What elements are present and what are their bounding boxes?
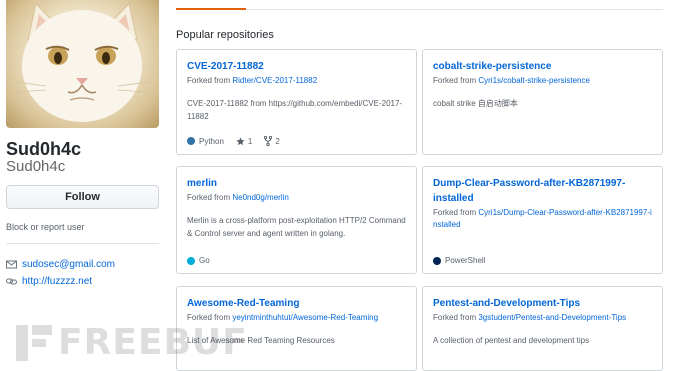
language-color-dot [187, 256, 195, 265]
forked-from: Forked from 3gstudent/Pentest-and-Develo… [433, 312, 652, 324]
repo-language: Go [187, 256, 210, 265]
repo-name-link[interactable]: merlin [187, 176, 406, 191]
star-icon [236, 136, 245, 145]
repo-description: CVE-2017-11882 from https://github.com/e… [187, 99, 403, 121]
repo-forks[interactable]: 2 [264, 136, 280, 146]
forked-from-label: Forked from [187, 193, 231, 202]
repo-card: merlin Forked from Ne0nd0g/merlin Merlin… [176, 166, 417, 274]
forked-from: Forked from Ne0nd0g/merlin [187, 192, 406, 204]
fork-count: 2 [275, 136, 280, 146]
profile-display-name: Sud0h4c [6, 139, 82, 159]
freebuf-logo-icon [16, 325, 52, 361]
forked-from-label: Forked from [187, 76, 231, 85]
website-link[interactable]: http://fuzzzz.net [22, 276, 92, 287]
repo-language: PowerShell [433, 256, 485, 265]
email-row: sudosec@gmail.com [6, 259, 115, 270]
tab-nav-border [176, 9, 663, 10]
avatar[interactable] [6, 0, 159, 128]
forked-from-label: Forked from [433, 76, 477, 85]
divider [6, 243, 159, 244]
repo-card: Pentest-and-Development-Tips Forked from… [422, 286, 663, 371]
forked-from-link[interactable]: Ne0nd0g/merlin [232, 193, 288, 202]
forked-from-label: Forked from [433, 208, 477, 217]
section-title: Popular repositories [176, 29, 274, 41]
repo-card: Dump-Clear-Password-after-KB2871997-inst… [422, 166, 663, 274]
email-link[interactable]: sudosec@gmail.com [22, 259, 115, 270]
cat-avatar-image [15, 3, 149, 122]
selected-tab-indicator [176, 8, 246, 10]
language-label: Go [199, 256, 210, 265]
forked-from: Forked from Ridter/CVE-2017-11882 [187, 75, 406, 87]
forked-from-link[interactable]: 3gstudent/Pentest-and-Development-Tips [478, 313, 626, 322]
watermark-text: FREEBUF [58, 322, 248, 363]
forked-from-link[interactable]: Cyri1s/cobalt-strike-persistence [478, 76, 590, 85]
repo-name-link[interactable]: Pentest-and-Development-Tips [433, 296, 652, 311]
repo-name-link[interactable]: Dump-Clear-Password-after-KB2871997-inst… [433, 176, 633, 206]
repo-name-link[interactable]: Awesome-Red-Teaming [187, 296, 406, 311]
repo-card: cobalt-strike-persistence Forked from Cy… [422, 49, 663, 155]
repo-meta: PowerShell [433, 256, 497, 265]
repo-name-link[interactable]: cobalt-strike-persistence [433, 59, 652, 74]
language-color-dot [187, 137, 195, 145]
forked-from-link[interactable]: yeyintminthuhtut/Awesome-Red-Teaming [232, 313, 378, 322]
forked-from-link[interactable]: Ridter/CVE-2017-11882 [232, 76, 317, 85]
repo-description: cobalt strike 自启动脚本 [433, 99, 518, 108]
mail-icon [6, 259, 17, 270]
profile-username: Sud0h4c [6, 158, 66, 175]
repo-name-link[interactable]: CVE-2017-11882 [187, 59, 406, 74]
repo-description: A collection of pentest and development … [433, 336, 590, 345]
freebuf-watermark: FREEBUF [14, 321, 247, 365]
follow-button[interactable]: Follow [6, 185, 159, 209]
language-label: PowerShell [445, 256, 486, 265]
link-icon [6, 276, 17, 287]
website-row: http://fuzzzz.net [6, 276, 92, 287]
forked-from: Forked from Cyri1s/Dump-Clear-Password-a… [433, 207, 652, 231]
forked-from: Forked from Cyri1s/cobalt-strike-persist… [433, 75, 652, 87]
language-label: Python [199, 136, 224, 146]
forked-from-label: Forked from [433, 313, 477, 322]
repo-language: Python [187, 137, 224, 146]
fork-icon [264, 136, 273, 146]
language-color-dot [433, 256, 441, 265]
repo-card: CVE-2017-11882 Forked from Ridter/CVE-20… [176, 49, 417, 155]
repo-meta: Python 1 2 [187, 136, 292, 146]
block-report-link[interactable]: Block or report user [6, 222, 85, 232]
star-count: 1 [247, 136, 253, 146]
repo-description: Merlin is a cross-platform post-exploita… [187, 216, 406, 238]
repo-meta: Go [187, 256, 222, 265]
repo-stars[interactable]: 1 [236, 137, 252, 146]
